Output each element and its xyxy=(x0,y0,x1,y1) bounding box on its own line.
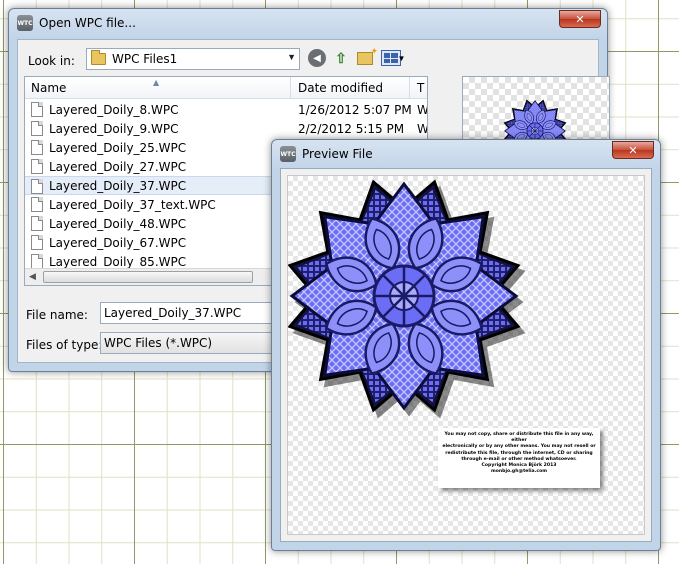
files-of-type-select[interactable]: WPC Files (*.WPC) xyxy=(100,332,300,354)
file-row-date: 2/2/2012 5:15 PM xyxy=(298,121,405,136)
column-header-date[interactable]: Date modified xyxy=(292,77,410,99)
file-row[interactable]: Layered_Doily_9.WPC 2/2/2012 5:15 PM W xyxy=(25,119,427,138)
file-row-name: Layered_Doily_85.WPC xyxy=(49,254,187,269)
file-icon xyxy=(31,179,43,194)
chevron-down-icon: ▼ xyxy=(397,53,406,63)
preview-close-button[interactable]: ✕ xyxy=(612,141,654,159)
column-header-name[interactable]: Name ▲ xyxy=(25,77,291,99)
copyright-notice: You may not copy, share or distribute th… xyxy=(438,428,600,488)
scrollbar-thumb[interactable] xyxy=(43,271,253,283)
file-name-label: File name: xyxy=(26,308,88,322)
preview-canvas: You may not copy, share or distribute th… xyxy=(287,175,645,535)
dialog-close-button[interactable]: ✕ xyxy=(559,10,601,28)
app-icon: WTC xyxy=(17,15,33,31)
scroll-left-icon[interactable]: ◀ xyxy=(29,271,36,282)
sort-ascending-icon: ▲ xyxy=(153,77,160,87)
file-row[interactable]: Layered_Doily_8.WPC 1/26/2012 5:07 PM W xyxy=(25,100,427,119)
file-row-name: Layered_Doily_9.WPC xyxy=(49,121,179,136)
notice-line: redistribute this file, through the inte… xyxy=(445,450,593,456)
close-icon: ✕ xyxy=(628,143,638,157)
column-header-type[interactable]: T xyxy=(411,77,427,99)
notice-line: You may not copy, share or distribute th… xyxy=(444,432,594,444)
files-of-type-label: Files of type: xyxy=(26,338,103,352)
file-icon xyxy=(31,121,43,136)
file-row-name: Layered_Doily_8.WPC xyxy=(49,102,179,117)
file-name-input[interactable]: Layered_Doily_37.WPC xyxy=(100,302,300,324)
file-icon xyxy=(31,197,43,212)
look-in-value: WPC Files1 xyxy=(112,52,178,66)
navigation-toolbar: ◀ ⇧ ▼ xyxy=(308,46,406,67)
app-icon: WTC xyxy=(280,146,296,162)
file-icon xyxy=(31,102,43,117)
file-row-name: Layered_Doily_25.WPC xyxy=(49,140,187,155)
preview-window: WTC Preview File ✕ You may not copy, sha… xyxy=(271,139,661,551)
file-list-header: Name ▲ Date modified T xyxy=(25,77,427,99)
file-icon xyxy=(31,140,43,155)
preview-frame: You may not copy, share or distribute th… xyxy=(280,168,652,542)
preview-titlebar[interactable]: WTC Preview File xyxy=(272,140,660,168)
column-name-label: Name xyxy=(31,80,67,95)
file-row-name: Layered_Doily_48.WPC xyxy=(49,216,187,231)
file-row-date: 1/26/2012 5:07 PM xyxy=(298,102,412,117)
close-icon: ✕ xyxy=(575,12,585,26)
new-folder-icon xyxy=(357,46,378,65)
back-icon[interactable]: ◀ xyxy=(308,49,326,67)
dialog-titlebar[interactable]: WTC Open WPC file... xyxy=(9,9,607,37)
notice-line: monbjo.gh@telia.com xyxy=(490,469,548,475)
file-icon xyxy=(31,254,43,269)
notice-line: electronically or by any other means. Yo… xyxy=(442,444,596,450)
file-row-name: Layered_Doily_27.WPC xyxy=(49,159,187,174)
preview-title: Preview File xyxy=(302,147,373,161)
folder-icon xyxy=(91,50,106,65)
view-menu-button[interactable]: ▼ xyxy=(380,49,406,67)
file-row-name: Layered_Doily_67.WPC xyxy=(49,235,187,250)
file-icon xyxy=(31,159,43,174)
new-folder-button[interactable] xyxy=(356,46,378,67)
file-row-type: W xyxy=(417,121,428,136)
look-in-label: Look in: xyxy=(28,54,75,68)
up-folder-icon[interactable]: ⇧ xyxy=(332,49,350,67)
file-icon xyxy=(31,216,43,231)
look-in-dropdown[interactable]: WPC Files1 ▼ xyxy=(86,48,300,70)
dialog-title: Open WPC file... xyxy=(39,16,136,30)
file-row-name: Layered_Doily_37.WPC xyxy=(49,178,187,193)
file-icon xyxy=(31,235,43,250)
file-row-name: Layered_Doily_37_text.WPC xyxy=(49,197,216,212)
chevron-down-icon: ▼ xyxy=(287,52,296,62)
file-row-type: W xyxy=(417,102,428,117)
